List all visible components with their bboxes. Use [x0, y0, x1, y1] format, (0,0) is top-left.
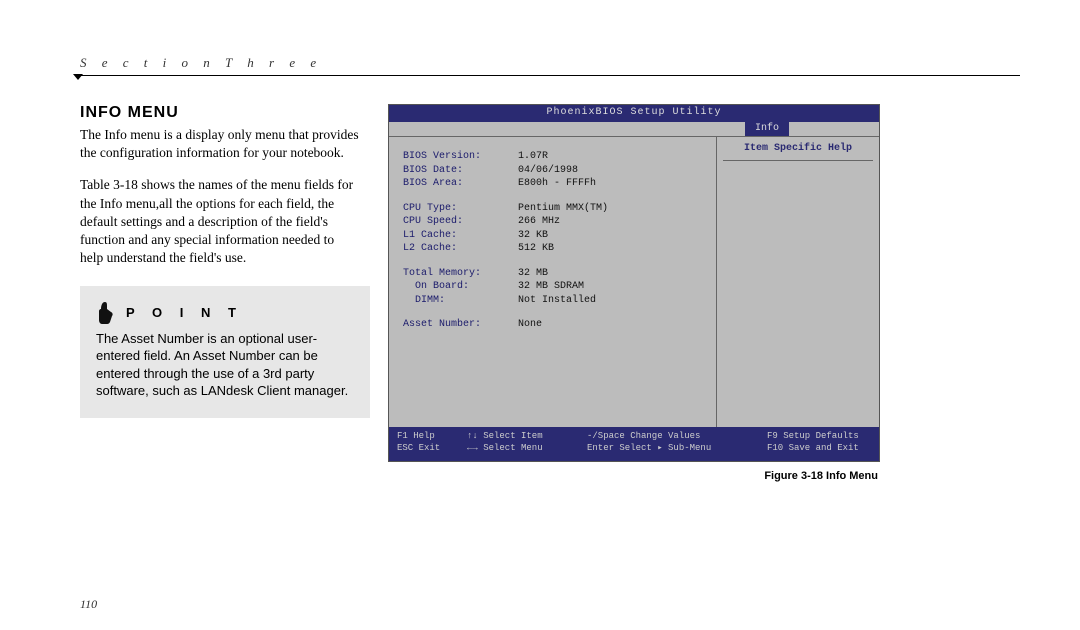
bios-title-bar: PhoenixBIOS Setup Utility: [389, 105, 879, 122]
section-header-text: S e c t i o n T h r e e: [80, 55, 322, 70]
point-label: P O I N T: [126, 305, 243, 320]
section-header: S e c t i o n T h r e e: [80, 55, 1020, 76]
bios-group-3: Total Memory:32 MB On Board:32 MB SDRAM …: [403, 268, 706, 308]
section-tick-icon: [73, 74, 83, 80]
bios-tab-info: Info: [745, 122, 789, 137]
bios-group-4: Asset Number:None: [403, 319, 706, 332]
left-column: Info Menu The Info menu is a display onl…: [80, 104, 360, 482]
paragraph-2: Table 3-18 shows the names of the menu f…: [80, 176, 360, 267]
page-title: Info Menu: [80, 104, 360, 122]
point-callout: P O I N T The Asset Number is an optiona…: [80, 286, 370, 418]
figure-caption: Figure 3-18 Info Menu: [388, 470, 878, 482]
bios-tab-bar: Info: [389, 122, 879, 138]
bios-footer: F1 Help↑↓ Select Item-/Space Change Valu…: [389, 427, 879, 461]
bios-screenshot: PhoenixBIOS Setup Utility Info BIOS Vers…: [388, 104, 880, 462]
bios-group-1: BIOS Version:1.07R BIOS Date:04/06/1998 …: [403, 151, 706, 191]
right-column: PhoenixBIOS Setup Utility Info BIOS Vers…: [388, 104, 1020, 482]
bios-right-panel: Item Specific Help: [717, 137, 879, 427]
bios-help-header: Item Specific Help: [723, 143, 873, 161]
page-number: 110: [80, 597, 97, 612]
bios-left-panel: BIOS Version:1.07R BIOS Date:04/06/1998 …: [389, 137, 717, 427]
thumb-icon: [96, 302, 116, 324]
paragraph-1: The Info menu is a display only menu tha…: [80, 126, 360, 162]
point-text: The Asset Number is an optional user-ent…: [96, 330, 354, 400]
bios-group-2: CPU Type:Pentium MMX(TM) CPU Speed:266 M…: [403, 203, 706, 256]
